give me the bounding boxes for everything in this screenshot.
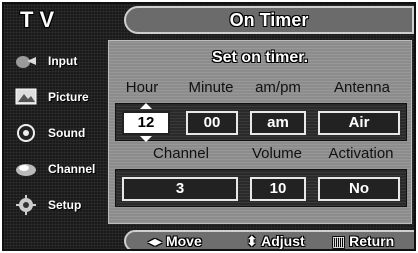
move-hint-label: Move: [165, 233, 202, 249]
sidebar-item-label: Setup: [48, 198, 82, 212]
sidebar-item-label: Input: [48, 54, 78, 68]
minute-label: Minute: [188, 79, 234, 96]
sidebar-item-label: Sound: [48, 126, 86, 140]
adjust-hint-label: Adjust: [261, 233, 305, 249]
minute-field[interactable]: 00: [186, 111, 238, 135]
hour-down-arrow-icon[interactable]: [140, 136, 152, 142]
return-hint-label: Return: [349, 233, 395, 249]
antenna-field[interactable]: Air: [318, 111, 400, 135]
menu-title: On Timer: [124, 6, 414, 34]
return-hint: ▥ Return: [332, 232, 395, 249]
sidebar-item-picture[interactable]: Picture: [6, 80, 104, 114]
hour-field[interactable]: 12: [122, 111, 170, 135]
volume-label: Volume: [251, 145, 303, 162]
sidebar: Input Picture Sound Channel Setup: [4, 40, 106, 226]
ampm-label: am/pm: [255, 79, 301, 96]
on-timer-panel: Set on timer. Hour Minute am/pm Antenna …: [108, 40, 412, 224]
channel-field[interactable]: 3: [122, 177, 238, 201]
channel-icon: [14, 158, 38, 180]
picture-icon: [14, 86, 38, 108]
hour-up-arrow-icon[interactable]: [140, 103, 152, 109]
return-icon: ▥: [332, 233, 346, 249]
sidebar-item-setup[interactable]: Setup: [6, 188, 104, 222]
sidebar-item-label: Picture: [48, 90, 89, 104]
up-down-arrows-icon: ⬍: [246, 233, 258, 249]
move-hint: ◂▸ Move: [148, 232, 202, 249]
sound-icon: [14, 122, 38, 144]
time-field-row: 12 00 am Air: [115, 103, 407, 142]
tv-label: TV: [20, 7, 61, 32]
top-bar: TV On Timer: [4, 4, 414, 36]
antenna-label: Antenna: [334, 79, 390, 96]
left-right-arrows-icon: ◂▸: [148, 233, 163, 249]
channel-field-row: 3 10 No: [115, 169, 407, 207]
sidebar-item-sound[interactable]: Sound: [6, 116, 104, 150]
panel-subtitle: Set on timer.: [211, 49, 309, 66]
channel-label: Channel: [153, 145, 209, 162]
tv-menu-screen: TV On Timer Input Picture Sound Channel …: [2, 2, 416, 251]
ampm-field[interactable]: am: [250, 111, 306, 135]
sidebar-item-channel[interactable]: Channel: [6, 152, 104, 186]
help-bar: ◂▸ Move ⬍ Adjust ▥ Return: [124, 230, 414, 249]
sidebar-item-input[interactable]: Input: [6, 44, 104, 78]
input-icon: [14, 50, 38, 72]
volume-field[interactable]: 10: [250, 177, 306, 201]
hour-label: Hour: [125, 79, 159, 96]
sidebar-item-label: Channel: [48, 162, 96, 176]
adjust-hint: ⬍ Adjust: [246, 232, 305, 249]
activation-label: Activation: [328, 145, 394, 162]
setup-icon: [14, 194, 38, 216]
activation-field[interactable]: No: [318, 177, 400, 201]
